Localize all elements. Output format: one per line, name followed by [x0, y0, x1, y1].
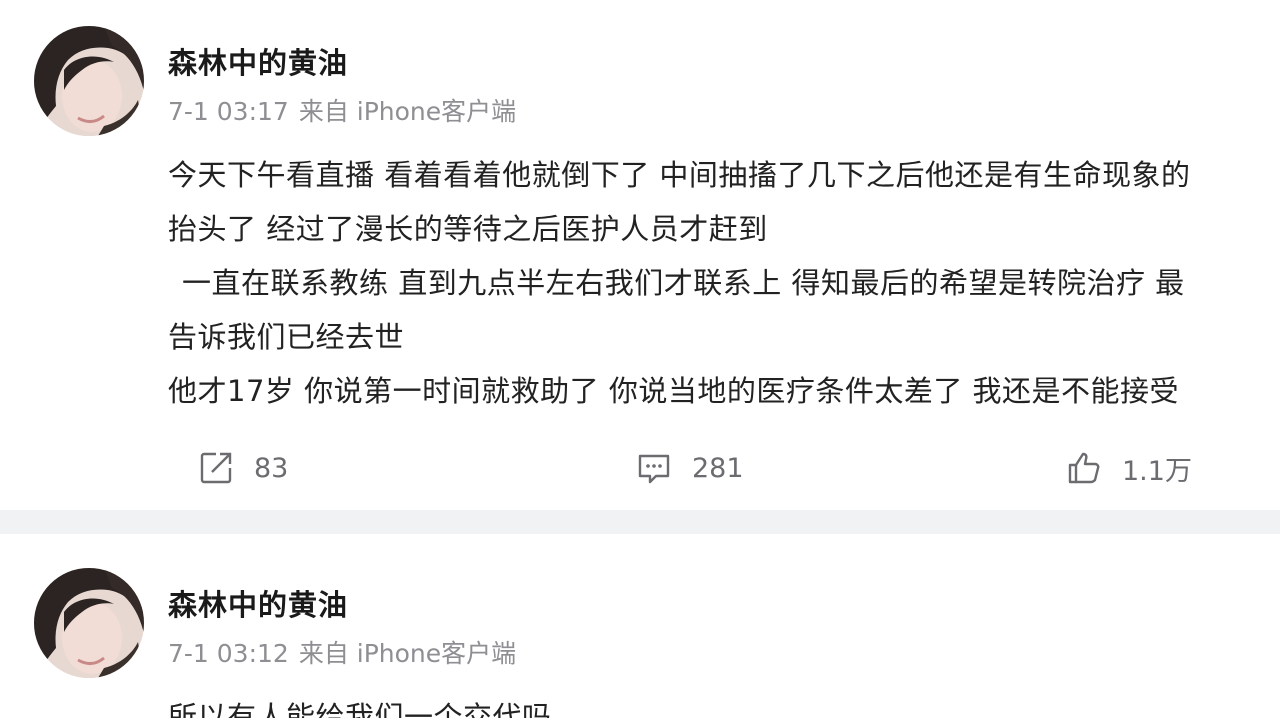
- username[interactable]: 森林中的黄油: [168, 40, 348, 82]
- post-card: 森林中的黄油 7-1 03:12 来自 iPhone客户端 所以有人能给我们一个交…: [0, 534, 1280, 718]
- post-meta: 7-1 03:17 来自 iPhone客户端: [168, 92, 516, 128]
- post-time: 7-1 03:12: [168, 639, 289, 668]
- post-body: 所以有人能给我们一个交代吗: [168, 690, 1280, 718]
- post-body: 今天下午看直播 看着看着他就倒下了 中间抽搐了几下之后他还是有生命现象的 抬头了…: [168, 148, 1280, 418]
- post-text-line: 所以有人能给我们一个交代吗: [168, 700, 552, 718]
- like-button[interactable]: 1.1万: [1066, 448, 1192, 488]
- avatar[interactable]: [34, 568, 144, 678]
- avatar[interactable]: [34, 26, 144, 136]
- post-time: 7-1 03:17: [168, 97, 289, 126]
- comment-button[interactable]: 281: [636, 448, 744, 488]
- share-icon: [200, 452, 232, 484]
- repost-button[interactable]: 83: [198, 448, 288, 488]
- comment-icon: [638, 454, 670, 484]
- avatar-image: [34, 26, 144, 136]
- post-text-line: 他才17岁 你说第一时间就救助了 你说当地的医疗条件太差了 我还是不能接受: [168, 374, 1180, 408]
- post-actions-bar: 83 281 1.1万: [0, 440, 1280, 496]
- post-source: 来自 iPhone客户端: [298, 639, 517, 668]
- thumbs-up-icon: [1068, 452, 1100, 484]
- post-meta: 7-1 03:12 来自 iPhone客户端: [168, 634, 516, 670]
- post-text-line: 今天下午看直播 看着看着他就倒下了 中间抽搐了几下之后他还是有生命现象的: [168, 158, 1191, 192]
- post-text-line: 一直在联系教练 直到九点半左右我们才联系上 得知最后的希望是转院治疗 最: [182, 266, 1185, 300]
- post-text-line: 抬头了 经过了漫长的等待之后医护人员才赶到: [168, 212, 768, 246]
- username[interactable]: 森林中的黄油: [168, 582, 348, 624]
- post-card: 森林中的黄油 7-1 03:17 来自 iPhone客户端 今天下午看直播 看着看…: [0, 0, 1280, 510]
- feed-divider: [0, 510, 1280, 534]
- post-source: 来自 iPhone客户端: [298, 97, 517, 126]
- avatar-image: [34, 568, 144, 678]
- post-text-line: 告诉我们已经去世: [168, 320, 405, 354]
- weibo-feed: 森林中的黄油 7-1 03:17 来自 iPhone客户端 今天下午看直播 看着看…: [0, 0, 1280, 718]
- comment-count: 281: [692, 452, 744, 484]
- like-count: 1.1万: [1122, 455, 1192, 487]
- repost-count: 83: [254, 452, 289, 484]
